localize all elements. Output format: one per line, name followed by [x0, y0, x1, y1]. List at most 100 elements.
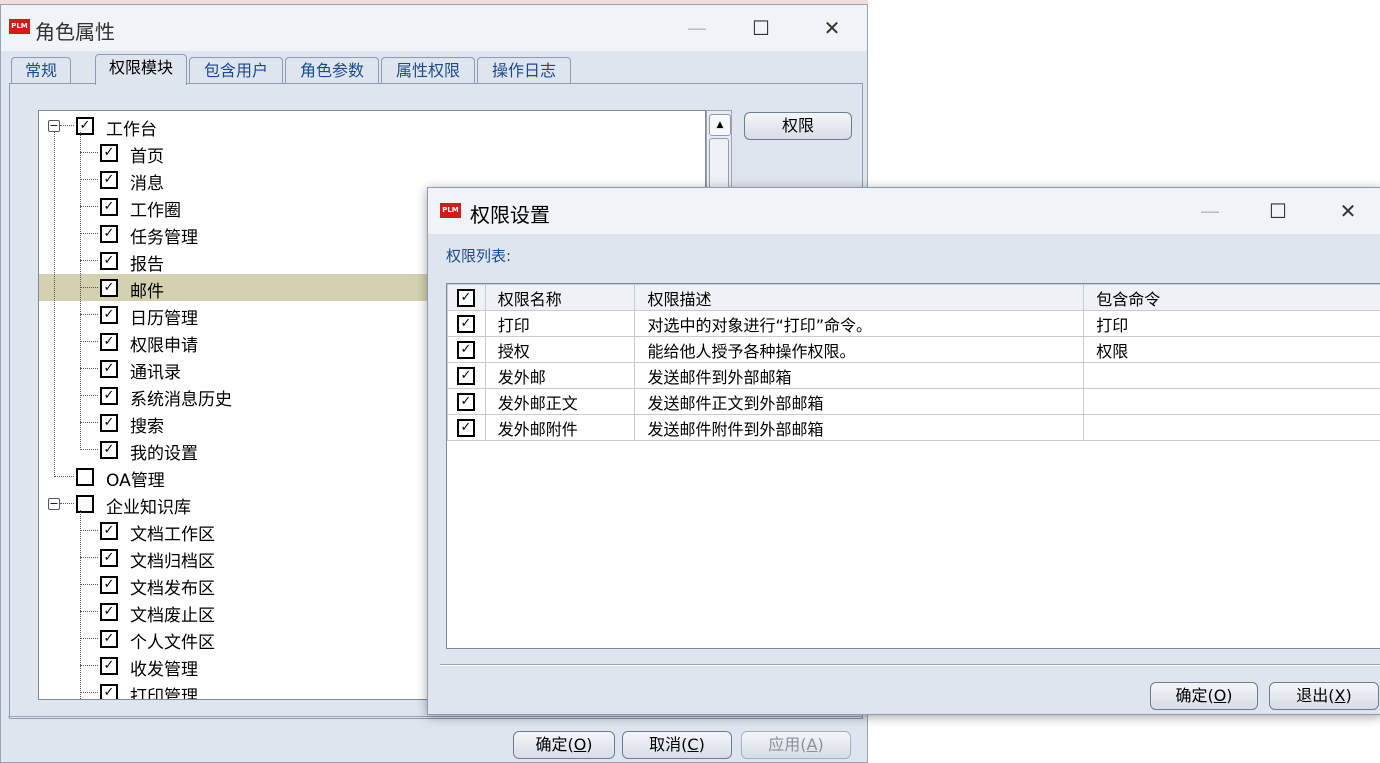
tree-item-label: OA管理	[106, 471, 165, 491]
exit-label: 退出	[1296, 686, 1329, 705]
tree-connector	[80, 287, 98, 288]
checked-checkbox-icon[interactable]: ✓	[100, 522, 118, 540]
dialog-title-bar[interactable]: PLM 权限设置 — ☐ ✕	[428, 188, 1380, 234]
column-header-commands[interactable]: 包含命令	[1083, 284, 1380, 311]
row-checkbox-cell[interactable]: ✓	[447, 336, 486, 363]
permission-table: ✓ 权限名称 权限描述 包含命令 ✓ 打印 对选中的对象进行“打印”命令。 打印 ✓ 授权…	[446, 283, 1380, 649]
checked-checkbox-icon[interactable]: ✓	[100, 441, 118, 459]
table-row[interactable]: ✓ 授权 能给他人授予各种操作权限。 权限	[447, 336, 1380, 363]
title-bar[interactable]: PLM 角色属性 — ☐ ✕	[1, 5, 867, 51]
permission-list-label: 权限列表:	[446, 247, 512, 265]
dialog-exit-button[interactable]: 退出(X)	[1269, 682, 1379, 710]
checked-checkbox-icon[interactable]: ✓	[457, 341, 475, 359]
tree-item-label: 文档归档区	[130, 552, 215, 572]
checked-checkbox-icon[interactable]: ✓	[100, 414, 118, 432]
tree-item-label: 文档工作区	[130, 525, 215, 545]
checked-checkbox-icon[interactable]: ✓	[457, 419, 475, 437]
tree-node[interactable]: − ✓ 工作台	[39, 112, 705, 140]
ok-label: 确定	[1175, 686, 1208, 705]
column-header-name[interactable]: 权限名称	[484, 284, 636, 311]
checked-checkbox-icon[interactable]: ✓	[100, 630, 118, 648]
tree-item-label: 邮件	[130, 282, 164, 302]
apply-shortcut: A	[806, 735, 818, 754]
checked-checkbox-icon[interactable]: ✓	[100, 171, 118, 189]
table-row[interactable]: ✓ 发外邮 发送邮件到外部邮箱	[447, 362, 1380, 389]
row-checkbox-cell[interactable]: ✓	[447, 362, 486, 389]
tab-permission-modules[interactable]: 权限模块	[95, 54, 187, 85]
maximize-icon[interactable]: ☐	[1266, 201, 1290, 221]
checked-checkbox-icon[interactable]: ✓	[100, 657, 118, 675]
checked-checkbox-icon[interactable]: ✓	[457, 315, 475, 333]
tree-item-label: 通讯录	[130, 363, 181, 383]
select-all-checkbox[interactable]: ✓	[457, 289, 475, 307]
tree-connector	[80, 152, 98, 153]
checked-checkbox-icon[interactable]: ✓	[100, 549, 118, 567]
checked-checkbox-icon[interactable]: ✓	[100, 252, 118, 270]
tree-connector	[60, 503, 74, 504]
checked-checkbox-icon[interactable]: ✓	[100, 306, 118, 324]
table-row[interactable]: ✓ 发外邮正文 发送邮件正文到外部邮箱	[447, 388, 1380, 415]
cancel-shortcut: C	[687, 735, 699, 754]
cancel-label: 取消	[649, 735, 682, 754]
tab-role-parameters[interactable]: 角色参数	[285, 57, 379, 83]
checked-checkbox-icon[interactable]: ✓	[100, 684, 118, 699]
checked-checkbox-icon[interactable]: ✓	[100, 279, 118, 297]
collapse-icon[interactable]: −	[48, 498, 60, 510]
table-header: ✓ 权限名称 权限描述 包含命令	[447, 284, 1380, 311]
tab-general[interactable]: 常规	[11, 57, 71, 83]
scroll-up-icon[interactable]: ▲	[709, 114, 731, 136]
included-command-cell	[1083, 414, 1380, 441]
select-all-header[interactable]: ✓	[447, 284, 486, 311]
divider	[440, 664, 1380, 666]
checked-checkbox-icon[interactable]: ✓	[100, 144, 118, 162]
main-ok-button[interactable]: 确定(O)	[513, 731, 615, 759]
checked-checkbox-icon[interactable]: ✓	[100, 603, 118, 621]
permission-name-cell: 授权	[484, 336, 636, 363]
checked-checkbox-icon[interactable]: ✓	[76, 117, 94, 135]
checked-checkbox-icon[interactable]: ✓	[100, 198, 118, 216]
tab-operation-log[interactable]: 操作日志	[477, 57, 571, 83]
table-row[interactable]: ✓ 发外邮附件 发送邮件附件到外部邮箱	[447, 414, 1380, 441]
table-row[interactable]: ✓ 打印 对选中的对象进行“打印”命令。 打印	[447, 310, 1380, 337]
unchecked-checkbox-icon[interactable]	[76, 468, 94, 486]
tree-item-label: 系统消息历史	[130, 390, 232, 410]
checked-checkbox-icon[interactable]: ✓	[457, 367, 475, 385]
minimize-icon[interactable]: —	[685, 18, 709, 38]
tab-included-users[interactable]: 包含用户	[189, 57, 283, 83]
tree-item-label: 搜索	[130, 417, 164, 437]
unchecked-checkbox-icon[interactable]	[76, 495, 94, 513]
tree-connector	[80, 510, 81, 699]
tree-connector	[80, 611, 98, 612]
dialog-ok-button[interactable]: 确定(O)	[1150, 682, 1258, 710]
close-icon[interactable]: ✕	[820, 18, 844, 38]
ok-shortcut: O	[573, 735, 587, 754]
minimize-icon[interactable]: —	[1198, 201, 1222, 221]
dialog-title: 权限设置	[470, 203, 550, 227]
row-checkbox-cell[interactable]: ✓	[447, 388, 486, 415]
tree-connector	[80, 584, 98, 585]
checked-checkbox-icon[interactable]: ✓	[100, 360, 118, 378]
tree-leaf[interactable]: ✓ 首页	[39, 139, 705, 167]
permission-button[interactable]: 权限	[744, 112, 852, 140]
column-header-description[interactable]: 权限描述	[634, 284, 1085, 311]
main-cancel-button[interactable]: 取消(C)	[622, 731, 732, 759]
tab-attribute-permissions[interactable]: 属性权限	[381, 57, 475, 83]
maximize-icon[interactable]: ☐	[749, 18, 773, 38]
checked-checkbox-icon[interactable]: ✓	[457, 393, 475, 411]
checked-checkbox-icon[interactable]: ✓	[100, 333, 118, 351]
collapse-icon[interactable]: −	[48, 120, 60, 132]
close-icon[interactable]: ✕	[1336, 201, 1360, 221]
tree-connector	[80, 341, 98, 342]
permission-settings-dialog: PLM 权限设置 — ☐ ✕ 权限列表: ✓ 权限名称 权限描述 包含命令 ✓ 打…	[427, 187, 1380, 715]
window-title: 角色属性	[35, 20, 115, 44]
checked-checkbox-icon[interactable]: ✓	[100, 387, 118, 405]
tree-item-label: 我的设置	[130, 444, 198, 464]
tree-connector	[80, 692, 98, 693]
row-checkbox-cell[interactable]: ✓	[447, 414, 486, 441]
tree-connector	[80, 449, 98, 450]
checked-checkbox-icon[interactable]: ✓	[100, 225, 118, 243]
main-apply-button[interactable]: 应用(A)	[741, 731, 851, 759]
permission-description-cell: 发送邮件到外部邮箱	[634, 362, 1085, 389]
row-checkbox-cell[interactable]: ✓	[447, 310, 486, 337]
checked-checkbox-icon[interactable]: ✓	[100, 576, 118, 594]
